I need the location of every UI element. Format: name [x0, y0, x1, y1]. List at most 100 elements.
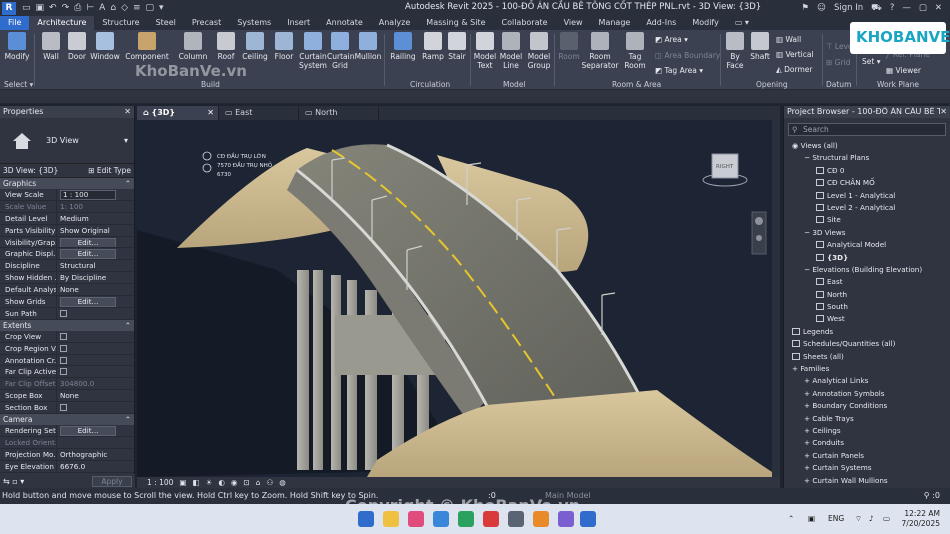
steering-wheel-icon[interactable] — [755, 217, 763, 225]
level-marker-icon[interactable] — [202, 163, 212, 173]
browser-tree-item[interactable]: Site — [784, 214, 950, 226]
browser-tree-item[interactable]: + Analytical Links — [784, 375, 950, 387]
tag-room-button[interactable]: Tag Room — [622, 32, 648, 70]
room-separator-button[interactable]: Room Separator — [581, 32, 619, 70]
render-icon[interactable]: ◉ — [231, 478, 238, 487]
property-value[interactable]: Edit... — [57, 296, 134, 307]
checkbox[interactable] — [60, 332, 67, 340]
section-icon[interactable]: ◇ — [121, 3, 128, 13]
close-button[interactable]: ✕ — [935, 3, 942, 13]
property-group-header[interactable]: Camera ⌃ — [0, 414, 134, 426]
measure-icon[interactable]: ⊢ — [86, 3, 94, 13]
tab-analyze[interactable]: Analyze — [371, 16, 419, 30]
print-icon[interactable]: ⎙ — [74, 3, 81, 13]
browser-tree-item[interactable]: {3D} — [784, 252, 950, 264]
wall-opening-button[interactable]: ▥ Wall — [776, 35, 801, 44]
property-value[interactable]: 1 : 100 — [57, 189, 134, 200]
browser-tree-item[interactable]: + Ceilings — [784, 425, 950, 437]
property-value[interactable]: Edit... — [57, 248, 134, 260]
property-value[interactable] — [57, 331, 134, 342]
model-text-button[interactable]: Model Text — [473, 32, 497, 70]
browser-tree-item[interactable]: + Conduits — [784, 437, 950, 449]
door-button[interactable]: Door — [66, 32, 88, 61]
browser-tree-item[interactable]: + Boundary Conditions — [784, 400, 950, 412]
browser-tree-item[interactable]: + Cable Trays — [784, 413, 950, 425]
railing-button[interactable]: Railing — [388, 32, 418, 61]
tab-steel[interactable]: Steel — [148, 16, 184, 30]
shaft-button[interactable]: Shaft — [748, 32, 772, 61]
undo-icon[interactable]: ↶ — [49, 3, 57, 13]
property-value[interactable]: None — [57, 284, 134, 295]
revit-taskbar-icon[interactable] — [580, 511, 596, 527]
tray-chevron-icon[interactable]: ⌃ — [788, 514, 794, 523]
type-selector[interactable]: 3D View ▾ — [0, 118, 134, 164]
properties-help-icons[interactable]: ⇆ ▫ ▾ — [3, 477, 24, 486]
windows-start-icon[interactable] — [358, 511, 374, 527]
tab-add-ins[interactable]: Add-Ins — [638, 16, 684, 30]
checkbox[interactable] — [60, 344, 67, 352]
sign-in-link[interactable]: Sign In — [834, 3, 863, 13]
property-value[interactable] — [57, 343, 134, 354]
grid-button[interactable]: ⊞ Grid — [826, 58, 850, 67]
tab-manage[interactable]: Manage — [591, 16, 639, 30]
tab-east-view[interactable]: ▭ East — [219, 106, 299, 120]
filter-count[interactable]: ⚲ :0 — [924, 488, 940, 504]
dormer-opening-button[interactable]: ◭ Dormer — [776, 65, 812, 74]
tab-3d-view[interactable]: ⌂ {3D} ✕ — [137, 106, 219, 120]
redo-icon[interactable]: ↷ — [62, 3, 70, 13]
drawing-viewport[interactable]: CĐ ĐẦU TRỤ LỚN 7570 ĐẦU TRỤ NHỎ 6730 RIG… — [137, 120, 780, 477]
shadows-icon[interactable]: ◐ — [218, 478, 225, 487]
maximize-button[interactable]: ▢ — [919, 3, 927, 13]
help-icon[interactable]: ? — [890, 3, 895, 13]
visual-style-icon[interactable]: ◧ — [192, 478, 199, 487]
room-button[interactable]: Room — [557, 32, 581, 61]
browser-tree-item[interactable]: North — [784, 289, 950, 301]
app-icon[interactable] — [558, 511, 574, 527]
apply-button[interactable]: Apply — [92, 475, 132, 487]
ramp-button[interactable]: Ramp — [421, 32, 445, 61]
ribbon-toggle-icon[interactable]: ▭ ▾ — [727, 16, 757, 30]
checkbox[interactable] — [60, 309, 67, 317]
tray-app-icon[interactable]: ▣ — [808, 514, 815, 523]
edit-button[interactable]: Edit... — [60, 297, 116, 307]
column-button[interactable]: Column — [178, 32, 208, 61]
browser-tree-item[interactable]: Sheets (all) — [784, 351, 950, 363]
chrome-icon[interactable] — [458, 511, 474, 527]
crop-icon[interactable]: ⊡ — [243, 478, 249, 487]
property-value[interactable]: By Discipline — [57, 272, 134, 283]
area-boundary-button[interactable]: ◫ Area Boundary — [655, 51, 720, 60]
system-clock[interactable]: 12:22 AM 7/20/2025 — [902, 509, 940, 529]
filter-dropdown[interactable]: 3D View: {3D} — [3, 166, 58, 175]
sun-path-icon[interactable]: ☀ — [206, 478, 213, 487]
property-value[interactable]: Edit... — [57, 237, 134, 248]
ceiling-button[interactable]: Ceiling — [241, 32, 269, 61]
close-icon[interactable]: ✕ — [940, 107, 947, 117]
window-button[interactable]: Window — [90, 32, 120, 61]
wall-button[interactable]: Wall — [40, 32, 62, 61]
roof-button[interactable]: Roof — [214, 32, 238, 61]
tab-precast[interactable]: Precast — [184, 16, 229, 30]
component-button[interactable]: Component — [124, 32, 170, 61]
app-icon[interactable] — [483, 511, 499, 527]
modify-button[interactable]: Modify — [4, 32, 30, 61]
tab-north-view[interactable]: ▭ North — [299, 106, 379, 120]
edge-icon[interactable] — [433, 511, 449, 527]
switch-windows-icon[interactable]: ▢ — [146, 3, 155, 13]
edit-button[interactable]: Edit... — [60, 249, 116, 260]
browser-tree-item[interactable]: Analytical Model — [784, 239, 950, 251]
browser-tree-item[interactable]: − Structural Plans — [784, 152, 950, 164]
browser-tree-item[interactable]: − Elevations (Building Elevation) — [784, 264, 950, 276]
tab-insert[interactable]: Insert — [279, 16, 318, 30]
lock-icon[interactable]: ⌂ — [256, 478, 261, 487]
3d-icon[interactable]: ⌂ — [110, 3, 116, 13]
thin-lines-icon[interactable]: ≡ — [133, 3, 141, 13]
tab-file[interactable]: File — [0, 16, 30, 30]
view-scale[interactable]: 1 : 100 — [147, 478, 173, 487]
tab-structure[interactable]: Structure — [94, 16, 147, 30]
checkbox[interactable] — [60, 356, 67, 364]
tab-annotate[interactable]: Annotate — [318, 16, 371, 30]
edit-button[interactable]: Edit... — [60, 237, 116, 248]
temporary-hide-icon[interactable]: ⚇ — [266, 478, 273, 487]
property-value[interactable]: Orthographic — [57, 449, 134, 460]
stair-button[interactable]: Stair — [446, 32, 468, 61]
